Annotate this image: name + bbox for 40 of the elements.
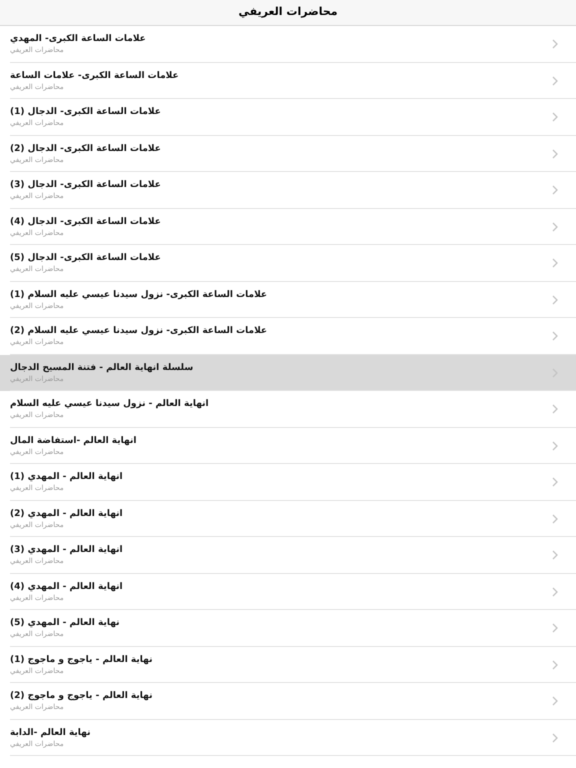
chevron-icon <box>552 258 558 268</box>
chevron-icon <box>552 550 558 560</box>
chevron-icon <box>552 732 558 743</box>
lecture-title: انهاية العالم - نزول سيدنا عيسي عليه السلام <box>10 398 209 410</box>
lecture-title: انهاية العالم - المهدي (3) <box>10 544 123 556</box>
lecture-title: علامات الساعة الكبرى- علامات الساعة <box>10 70 179 82</box>
chevron-icon <box>552 440 558 451</box>
chevron-icon <box>552 112 558 122</box>
chevron-icon <box>552 331 558 342</box>
chevron-icon <box>552 696 558 706</box>
lecture-title: انهاية العالم -استفاضة المال <box>10 434 136 447</box>
chevron-icon <box>552 148 558 159</box>
lecture-title: علامات الساعة الكبرى- الدجال (1) <box>10 106 161 118</box>
chevron-icon <box>552 39 558 50</box>
chevron-icon <box>552 222 558 232</box>
lecture-title: سلسلة انهاية العالم - فتنة المسيح الدجال <box>10 362 194 374</box>
screen-title: محاضرات العريفي <box>238 4 338 20</box>
chevron-icon <box>552 477 558 488</box>
lecture-title: علامات الساعة الكبرى- الدجال (3) <box>10 179 161 192</box>
chevron-icon <box>552 76 558 86</box>
lecture-title: علامات الساعة الكبرى- الدجال (5) <box>10 252 161 264</box>
lecture-title: نهاية العالم - المهدي (5) <box>10 617 120 630</box>
lecture-title: نهاية العالم -الدابة <box>10 726 90 739</box>
lecture-title: انهاية العالم - المهدي (1) <box>10 471 123 484</box>
chevron-icon <box>552 404 558 414</box>
chevron-icon <box>552 623 558 634</box>
lecture-title: علامات الساعة الكبرى- نزول سيدنا عيسي عليه السلام (2) <box>10 325 268 338</box>
lecture-title: انهاية العالم - المهدي (4) <box>10 580 123 593</box>
lecture-title: نهاية العالم - ياجوج و ماجوج (1) <box>10 654 152 666</box>
lecture-title: علامات الساعة الكبرى- المهدي <box>10 33 146 46</box>
chevron-icon <box>552 586 558 597</box>
lecture-title: نهاية العالم - ياجوج و ماجوج (2) <box>10 690 152 702</box>
lecture-title: علامات الساعة الكبرى- نزول سيدنا عيسي عليه السلام (1) <box>10 288 268 301</box>
chevron-icon <box>552 514 558 524</box>
chevron-icon <box>552 660 558 670</box>
lecture-title: علامات الساعة الكبرى- الدجال (4) <box>10 216 161 228</box>
lecture-title: انهاية العالم - المهدي (2) <box>10 508 123 520</box>
chevron-icon <box>552 294 558 305</box>
chevron-icon <box>552 185 558 196</box>
lecture-title: علامات الساعة الكبرى- الدجال (2) <box>10 142 161 155</box>
